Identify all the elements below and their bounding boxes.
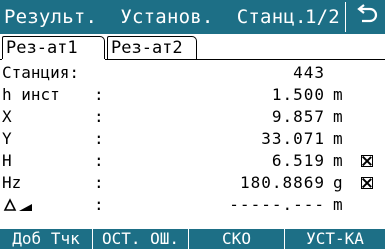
row-value: 443 (293, 63, 325, 82)
delta-height-icon (2, 194, 36, 222)
row-colon: : (94, 85, 104, 104)
row-label: X (2, 107, 12, 126)
screen: Результ. Установ. Станц. 1/2 Рез-ат1 Рез… (0, 0, 385, 249)
checkbox-cross-icon[interactable] (361, 177, 373, 189)
row-colon: : (94, 195, 104, 214)
row-colon: : (94, 107, 104, 126)
row-label: h инст (2, 85, 60, 104)
row-unit: m (333, 151, 343, 170)
row-colon: : (94, 129, 104, 148)
row-value: 1.500 (271, 85, 325, 104)
row-station: Станция: 443 (0, 62, 385, 84)
row-value: 6.519 (271, 151, 325, 170)
row-label: Y (2, 129, 12, 148)
tab-result-2[interactable]: Рез-ат2 (107, 36, 197, 59)
back-arrow-icon[interactable] (354, 3, 378, 27)
tab-bar: Рез-ат1 Рез-ат2 (0, 36, 385, 62)
row-value: -----.--- (229, 195, 325, 214)
title-bar: Результ. Установ. Станц. 1/2 (0, 0, 385, 34)
title-text: Результ. Установ. Станц. (4, 6, 307, 28)
row-unit: m (333, 107, 343, 126)
row-unit: m (333, 129, 343, 148)
row-value: 180.8869 (239, 173, 325, 192)
row-colon: : (94, 173, 104, 192)
row-instrument-height: h инст : 1.500 m (0, 84, 385, 106)
active-tab-gap (2, 59, 105, 60)
softkey-bar: Доб Тчк ОСТ. ОШ. СКО УСТ-КА (0, 229, 385, 249)
tab-result-1[interactable]: Рез-ат1 (2, 36, 105, 59)
row-delta-height: : -----.--- m (0, 194, 385, 216)
row-label: Станция: (2, 63, 80, 82)
row-h: H : 6.519 m (0, 150, 385, 172)
row-colon: : (94, 151, 104, 170)
row-x: X : 9.857 m (0, 106, 385, 128)
row-value: 9.857 (271, 107, 325, 126)
row-label: H (2, 151, 12, 170)
softkey-residuals[interactable]: ОСТ. ОШ. (93, 229, 188, 249)
title-separator (345, 2, 346, 32)
row-unit: g (333, 173, 343, 192)
page-indicator: 1/2 (305, 6, 340, 28)
results-list: Станция: 443 h инст : 1.500 m X : 9.857 … (0, 62, 385, 216)
row-y: Y : 33.071 m (0, 128, 385, 150)
softkey-add-point[interactable]: Доб Тчк (0, 229, 92, 249)
row-value: 33.071 (261, 129, 325, 148)
row-hz: Hz : 180.8869 g (0, 172, 385, 194)
softkey-rms[interactable]: СКО (189, 229, 284, 249)
checkbox-cross-icon[interactable] (361, 155, 373, 167)
softkey-set[interactable]: УСТ-КА (285, 229, 385, 249)
row-unit: m (333, 85, 343, 104)
row-label: Hz (2, 173, 22, 192)
row-unit: m (333, 195, 343, 214)
